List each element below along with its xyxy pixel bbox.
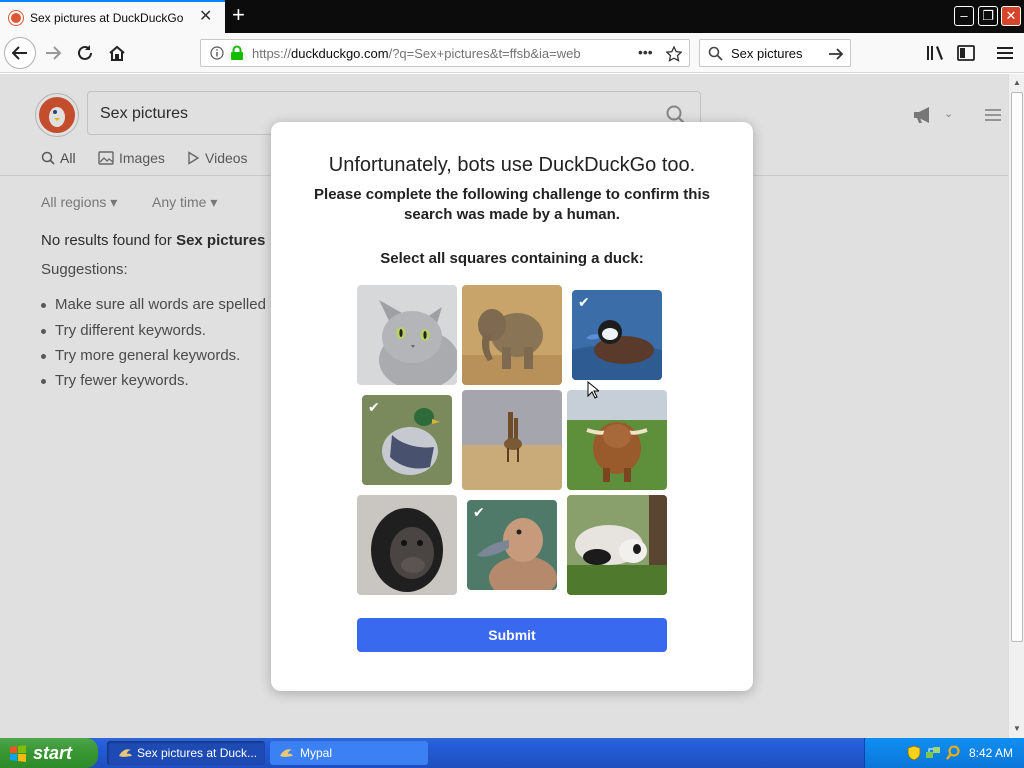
- system-tray: 8:42 AM: [864, 738, 1024, 768]
- browser-search-value: Sex pictures: [731, 46, 803, 61]
- captcha-tile-duck-selected[interactable]: ✔: [572, 290, 662, 380]
- chimpanzee-image: [357, 495, 457, 595]
- close-tab-icon[interactable]: ✕: [199, 9, 212, 25]
- sidebar-icon[interactable]: [957, 45, 975, 61]
- taskbar-item-browser[interactable]: Sex pictures at Duck...: [107, 741, 265, 765]
- modal-subtitle: Please complete the following challenge …: [314, 186, 710, 223]
- search-tray-icon[interactable]: [945, 745, 961, 761]
- panda-image: [567, 495, 667, 595]
- url-text: https://duckduckgo.com/?q=Sex+pictures&t…: [252, 46, 581, 61]
- submit-button[interactable]: Submit: [357, 618, 667, 652]
- minimize-icon[interactable]: –: [954, 6, 974, 26]
- page-actions-icon[interactable]: •••: [638, 44, 653, 60]
- mypal-icon: [119, 749, 132, 757]
- captcha-tile-duck-selected[interactable]: ✔: [467, 500, 557, 590]
- navigation-toolbar: https://duckduckgo.com/?q=Sex+pictures&t…: [0, 33, 1024, 73]
- close-window-icon[interactable]: ✕: [1001, 6, 1021, 26]
- taskbar: start Sex pictures at Duck... Mypal 8:42…: [0, 738, 1024, 768]
- info-icon[interactable]: [210, 46, 224, 60]
- duckduckgo-favicon-icon: [9, 11, 23, 25]
- forward-button[interactable]: [41, 41, 65, 65]
- restore-icon[interactable]: ❐: [978, 6, 998, 26]
- captcha-tile-elephant[interactable]: [462, 285, 562, 385]
- page-content: Sex pictures ⌄ All Images Videos All reg…: [0, 74, 1008, 738]
- checkmark-icon: ✔: [473, 504, 485, 520]
- back-button[interactable]: [4, 37, 36, 69]
- mouse-cursor-icon: [587, 381, 599, 399]
- home-button[interactable]: [105, 41, 129, 65]
- tab-title: Sex pictures at DuckDuckGo: [30, 11, 184, 25]
- bookmark-star-icon[interactable]: [666, 46, 682, 62]
- forward-arrow-icon: [46, 46, 62, 60]
- scroll-up-icon[interactable]: ▲: [1013, 78, 1021, 87]
- modal-title: Unfortunately, bots use DuckDuckGo too.: [328, 154, 696, 176]
- cat-image: [357, 285, 457, 385]
- checkmark-icon: ✔: [368, 399, 380, 415]
- captcha-tile-panda[interactable]: [567, 495, 667, 595]
- elephant-image: [462, 285, 562, 385]
- search-icon: [708, 46, 723, 61]
- windows-logo-icon: [10, 745, 26, 762]
- tab-bar: Sex pictures at DuckDuckGo ✕ + – ❐ ✕: [0, 0, 1024, 33]
- go-arrow-icon[interactable]: [828, 47, 844, 61]
- checkmark-icon: ✔: [578, 294, 590, 310]
- new-tab-icon[interactable]: +: [232, 4, 245, 26]
- browser-search-bar[interactable]: Sex pictures: [699, 39, 851, 67]
- home-icon: [109, 45, 125, 61]
- highland-cow-image: [567, 390, 667, 490]
- captcha-tile-highland-cow[interactable]: [567, 390, 667, 490]
- start-button[interactable]: start: [0, 738, 98, 768]
- scroll-thumb[interactable]: [1011, 92, 1023, 642]
- captcha-tile-chimpanzee[interactable]: [357, 495, 457, 595]
- security-shield-icon[interactable]: [907, 745, 921, 761]
- giraffe-image: [462, 390, 562, 490]
- reload-icon: [78, 45, 92, 60]
- library-icon[interactable]: [926, 45, 944, 61]
- taskbar-item-mypal[interactable]: Mypal: [270, 741, 428, 765]
- reload-button[interactable]: [73, 41, 97, 65]
- mypal-icon: [280, 749, 293, 757]
- captcha-tile-duck-selected[interactable]: ✔: [362, 395, 452, 485]
- vertical-scrollbar[interactable]: ▲ ▼: [1008, 74, 1024, 738]
- scroll-down-icon[interactable]: ▼: [1013, 724, 1021, 733]
- browser-tab[interactable]: Sex pictures at DuckDuckGo ✕: [0, 0, 225, 33]
- captcha-tile-cat[interactable]: [357, 285, 457, 385]
- back-arrow-icon: [11, 46, 27, 60]
- menu-hamburger-icon[interactable]: [997, 46, 1013, 60]
- network-icon[interactable]: [925, 745, 941, 761]
- captcha-tile-giraffe[interactable]: [462, 390, 562, 490]
- clock: 8:42 AM: [969, 746, 1014, 760]
- captcha-prompt: Select all squares containing a duck:: [380, 250, 644, 267]
- captcha-modal: Unfortunately, bots use DuckDuckGo too. …: [271, 122, 753, 691]
- lock-icon: [231, 45, 243, 60]
- url-bar[interactable]: https://duckduckgo.com/?q=Sex+pictures&t…: [200, 39, 690, 67]
